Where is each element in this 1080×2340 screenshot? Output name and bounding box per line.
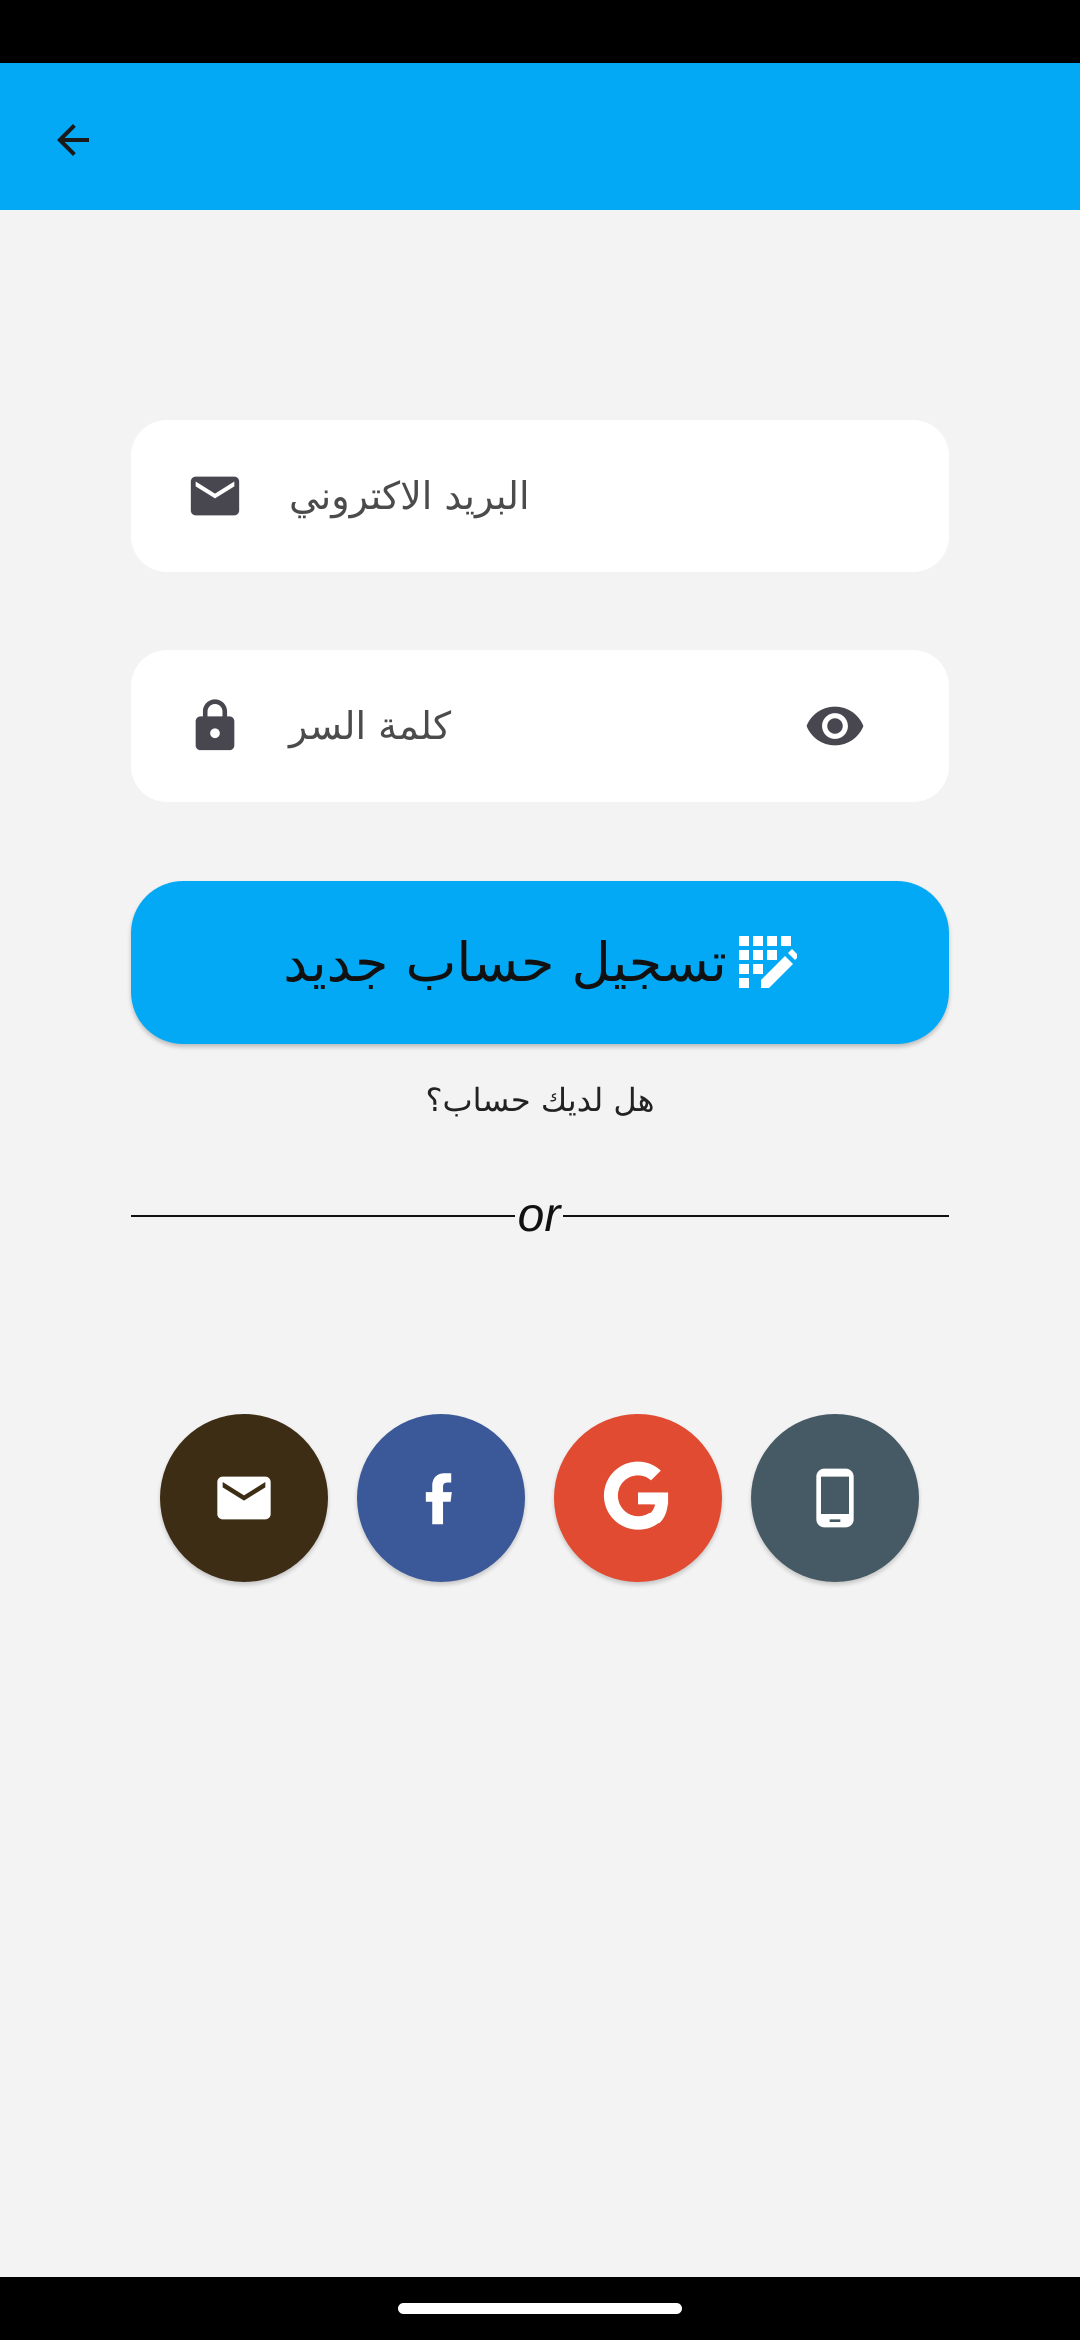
password-field[interactable]: كلمة السر <box>131 650 949 802</box>
phone-icon <box>816 1468 854 1528</box>
eye-icon[interactable] <box>803 696 867 756</box>
facebook-login-button[interactable] <box>357 1414 525 1582</box>
register-button-label: تسجيل حساب جديد <box>283 931 727 994</box>
lock-icon <box>185 696 245 756</box>
home-indicator[interactable] <box>398 2303 682 2314</box>
google-login-button[interactable] <box>554 1414 722 1582</box>
registration-icon <box>738 935 797 988</box>
google-icon <box>603 1461 669 1530</box>
envelope-icon <box>217 1476 271 1520</box>
back-button[interactable] <box>36 103 110 177</box>
have-account-link[interactable]: هل لديك حساب؟ <box>131 1072 949 1128</box>
register-button[interactable]: تسجيل حساب جديد <box>131 881 949 1044</box>
or-divider: or <box>131 1188 949 1244</box>
facebook-icon <box>425 1473 452 1525</box>
envelope-icon <box>185 466 245 526</box>
password-placeholder: كلمة السر <box>289 704 452 748</box>
navigation-bar <box>0 2277 1080 2340</box>
phone-login-button[interactable] <box>751 1414 919 1582</box>
app-bar <box>0 63 1080 210</box>
status-bar <box>0 0 1080 63</box>
divider-line-left <box>131 1215 515 1217</box>
divider-label: or <box>517 1189 561 1242</box>
email-placeholder: البريد الاكتروني <box>289 474 530 518</box>
divider-line-right <box>563 1215 949 1217</box>
email-login-button[interactable] <box>160 1414 328 1582</box>
arrow-back-icon <box>57 124 89 156</box>
email-field[interactable]: البريد الاكتروني <box>131 420 949 572</box>
